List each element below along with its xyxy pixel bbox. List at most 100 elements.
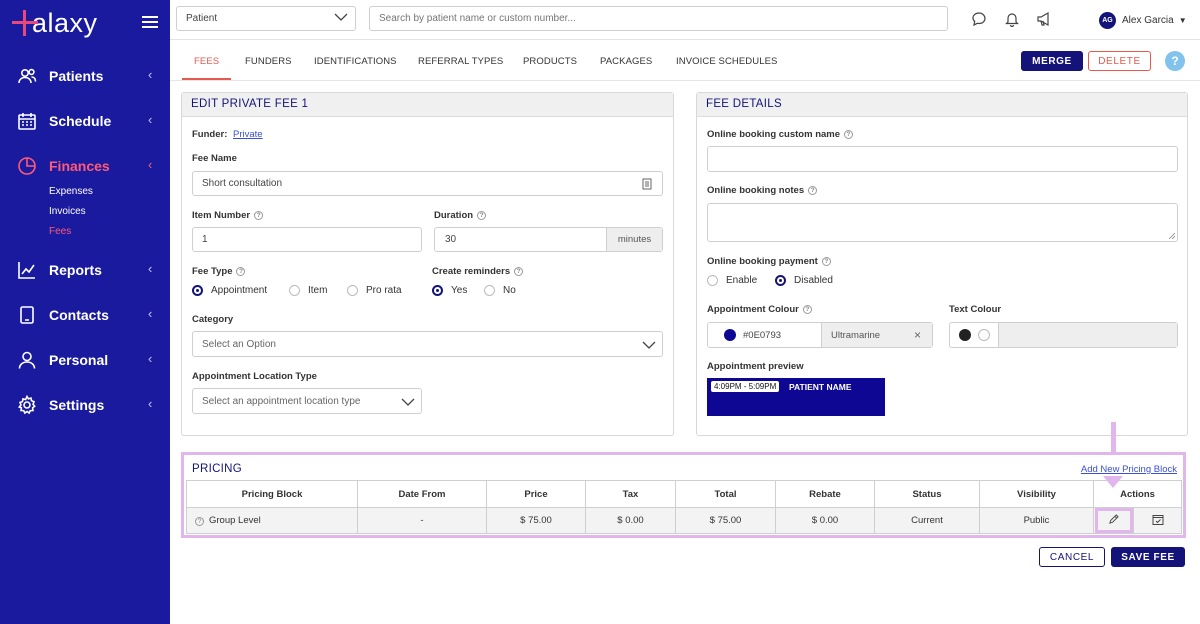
chevron-left-icon: ‹ — [148, 306, 153, 321]
payment-radio-disabled[interactable]: Disabled — [775, 275, 833, 286]
help-circle-icon: ? — [254, 211, 264, 220]
tab-funders[interactable]: FUNDERS — [245, 56, 292, 67]
fee-name-label: Fee Name — [192, 153, 237, 164]
search-type-select[interactable]: Patient — [176, 6, 356, 31]
sidebar-item-label: Schedule — [49, 113, 112, 129]
line-chart-icon — [18, 262, 35, 279]
fee-name-field[interactable]: Short consultation — [192, 171, 663, 196]
tab-packages[interactable]: PACKAGES — [600, 56, 652, 67]
payment-label: Online booking payment? — [707, 256, 831, 267]
tab-referral-types[interactable]: REFERRAL TYPES — [418, 56, 503, 67]
text-colour-picker[interactable] — [949, 322, 1178, 348]
delete-button[interactable]: DELETE — [1088, 51, 1151, 71]
reminders-radio-no[interactable]: No — [484, 285, 516, 296]
search-type-value: Patient — [186, 13, 218, 24]
sidebar-item-schedule[interactable]: Schedule ‹ — [0, 106, 170, 136]
resize-handle-icon[interactable] — [1168, 232, 1175, 239]
sidebar-subitem-fees[interactable]: Fees — [49, 226, 71, 237]
radio-unselected — [289, 285, 300, 296]
radio-unselected — [707, 275, 718, 286]
column-header: Date From — [357, 480, 487, 508]
colour-swatch-light[interactable] — [978, 329, 990, 341]
item-number-label: Item Number? — [192, 210, 264, 221]
person-icon — [18, 351, 36, 369]
annotation-arrow-head — [1103, 476, 1123, 488]
panel-title: FEE DETAILS — [697, 93, 1187, 117]
text-colour-label: Text Colour — [949, 304, 1002, 315]
tab-products[interactable]: PRODUCTS — [523, 56, 577, 67]
location-type-select[interactable]: Select an appointment location type — [192, 388, 422, 414]
close-icon[interactable]: × — [914, 328, 921, 342]
sidebar-item-label: Settings — [49, 397, 105, 413]
column-header: Status — [874, 480, 980, 508]
item-number-field[interactable]: 1 — [192, 227, 422, 252]
reminders-label: Create reminders? — [432, 266, 524, 277]
panel-title: EDIT PRIVATE FEE 1 — [182, 93, 673, 117]
sidebar-item-finances[interactable]: Finances ‹ — [0, 151, 170, 181]
colour-swatch-dark[interactable] — [959, 329, 971, 341]
chevron-left-icon: ‹ — [148, 351, 153, 366]
save-fee-button[interactable]: SAVE FEE — [1111, 547, 1185, 567]
preview-name: PATIENT NAME — [789, 382, 852, 392]
funder-link[interactable]: Private — [233, 129, 263, 140]
sidebar-item-label: Finances — [49, 158, 110, 174]
category-select[interactable]: Select an Option — [192, 331, 663, 357]
chat-icon[interactable] — [971, 11, 987, 27]
user-menu[interactable]: AG Alex Garcia ▼ — [1099, 12, 1187, 29]
tab-fees[interactable]: FEES — [194, 56, 219, 67]
megaphone-icon[interactable] — [1036, 11, 1052, 27]
fee-type-radio-item[interactable]: Item — [289, 285, 327, 296]
chevron-down-icon — [334, 13, 348, 21]
sidebar-subitem-expenses[interactable]: Expenses — [49, 186, 93, 197]
logo-text: alaxy — [32, 7, 98, 38]
edit-fee-panel: EDIT PRIVATE FEE 1 Funder: Private Fee N… — [181, 92, 674, 436]
sidebar-item-reports[interactable]: Reports ‹ — [0, 255, 170, 285]
radio-selected — [192, 285, 203, 296]
fee-details-panel: FEE DETAILS Online booking custom name? … — [696, 92, 1188, 436]
help-circle-icon: ? — [802, 305, 812, 314]
colour-swatch — [724, 329, 736, 341]
fee-type-radio-pro-rata[interactable]: Pro rata — [347, 285, 402, 296]
column-header: Visibility — [979, 480, 1094, 508]
radio-unselected — [347, 285, 358, 296]
sidebar-item-patients[interactable]: Patients ‹ — [0, 61, 170, 91]
tab-identifications[interactable]: IDENTIFICATIONS — [314, 56, 397, 67]
preview-label: Appointment preview — [707, 361, 804, 372]
chevron-down-icon — [401, 398, 415, 406]
appt-colour-picker[interactable]: #0E0793 Ultramarine × — [707, 322, 933, 348]
merge-button[interactable]: MERGE — [1021, 51, 1083, 71]
hamburger-menu-icon[interactable] — [142, 16, 158, 28]
pricing-block-cell: ? Group Level — [186, 507, 358, 534]
tab-invoice-schedules[interactable]: INVOICE SCHEDULES — [676, 56, 777, 67]
pricing-section: PRICING Add New Pricing Block Pricing Bl… — [181, 452, 1186, 538]
sidebar-item-label: Patients — [49, 68, 104, 84]
bell-icon[interactable] — [1004, 11, 1020, 27]
column-header: Tax — [585, 480, 676, 508]
category-label: Category — [192, 314, 234, 325]
reminders-radio-yes[interactable]: Yes — [432, 285, 467, 296]
sidebar-item-contacts[interactable]: Contacts ‹ — [0, 300, 170, 330]
help-button[interactable]: ? — [1165, 51, 1185, 71]
sidebar-item-label: Personal — [49, 352, 109, 368]
help-circle-icon: ? — [514, 267, 524, 276]
chevron-down-icon — [642, 341, 656, 349]
radio-unselected — [484, 285, 495, 296]
add-pricing-block-link[interactable]: Add New Pricing Block — [1081, 464, 1177, 475]
sidebar-item-personal[interactable]: Personal ‹ — [0, 345, 170, 375]
cancel-button[interactable]: CANCEL — [1039, 547, 1105, 567]
fee-type-radio-appointment[interactable]: Appointment — [192, 285, 267, 296]
search-input[interactable] — [369, 6, 948, 31]
sidebar-subitem-invoices[interactable]: Invoices — [49, 206, 86, 217]
top-bar: Patient AG Alex Garcia ▼ — [170, 0, 1200, 40]
calendar-check-icon[interactable] — [1152, 514, 1164, 525]
calendar-action-cell[interactable] — [1133, 507, 1182, 534]
sidebar-item-settings[interactable]: Settings ‹ — [0, 390, 170, 420]
notes-textarea[interactable] — [707, 203, 1178, 242]
halaxy-logo[interactable]: alaxy — [12, 6, 98, 40]
help-circle-icon: ? — [195, 517, 204, 526]
duration-field[interactable]: 30 minutes — [434, 227, 663, 252]
total-cell: $ 75.00 — [675, 507, 776, 534]
sidebar: alaxy Patients ‹ Schedule ‹ Finances ‹ E… — [0, 0, 170, 624]
payment-radio-enable[interactable]: Enable — [707, 275, 757, 286]
custom-name-input[interactable] — [707, 146, 1178, 172]
